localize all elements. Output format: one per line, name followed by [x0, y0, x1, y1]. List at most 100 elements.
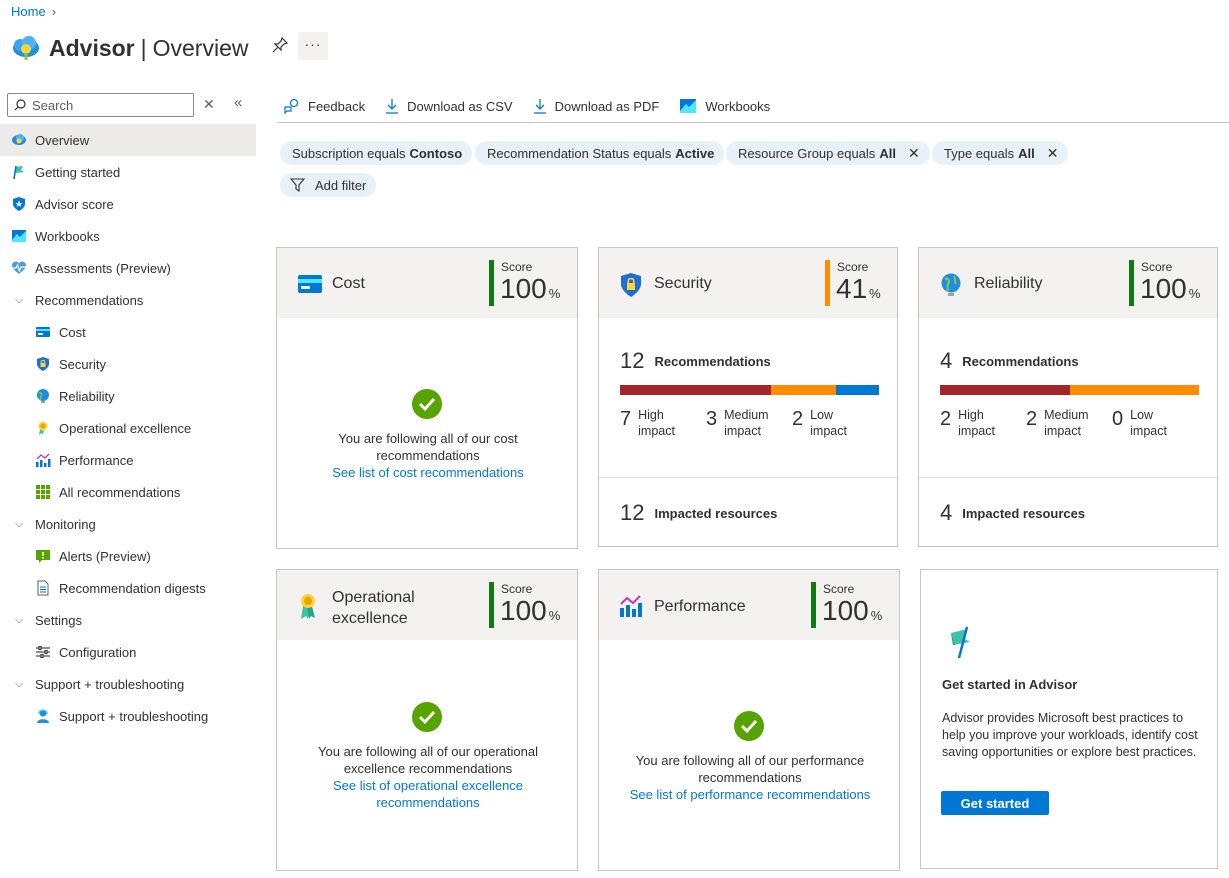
checkmark-icon [412, 702, 442, 732]
sidebar-item-label: Advisor score [35, 196, 114, 212]
sidebar-item-label: Security [59, 356, 106, 372]
feedback-label: Feedback [308, 98, 366, 114]
score-label: Score [837, 260, 869, 274]
sidebar-item-label: Configuration [59, 644, 137, 660]
sidebar-item-getting-started[interactable]: Getting started [0, 156, 256, 188]
sidebar-group-monitoring[interactable]: ⌵ Monitoring [0, 508, 256, 540]
document-icon [35, 580, 51, 596]
chevron-down-icon: ⌵ [14, 613, 24, 626]
sidebar-item-recommendation-digests[interactable]: Recommendation digests [0, 572, 256, 604]
sidebar-group-support[interactable]: ⌵ Support + troubleshooting [0, 668, 256, 700]
recommendation-count[interactable]: 12 Recommendations [620, 348, 771, 374]
low-impact[interactable]: 2 Low impact [792, 406, 878, 439]
add-filter-label: Add filter [315, 177, 367, 193]
sidebar-group-recommendations[interactable]: ⌵ Recommendations [0, 284, 256, 316]
get-started-button[interactable]: Get started [941, 791, 1049, 815]
sidebar-item-workbooks[interactable]: Workbooks [0, 220, 256, 252]
impacted-resources-label: Impacted resources [654, 505, 778, 521]
operational-excellence-recommendations-link[interactable]: See list of operational excellence recom… [317, 777, 539, 811]
sidebar-item-cost[interactable]: Cost [0, 316, 256, 348]
filter-recommendation-status[interactable]: Recommendation Status equals Active [475, 141, 725, 165]
impacted-resources-value: 4 [940, 500, 953, 525]
sidebar-item-label: Recommendation digests [59, 580, 206, 596]
sidebar-item-label: Cost [59, 324, 86, 340]
filter-label: Recommendation Status equals [487, 145, 672, 161]
ribbon-icon [35, 420, 51, 436]
card-header: Security Score 41% [599, 248, 897, 318]
score-value: 100% [1140, 273, 1201, 304]
sidebar-item-support-troubleshooting[interactable]: Support + troubleshooting [0, 700, 256, 732]
filter-value: All [879, 145, 896, 161]
sidebar-item-performance[interactable]: Performance [0, 444, 256, 476]
medium-impact[interactable]: 2 Medium impact [1026, 406, 1112, 439]
clear-search-icon[interactable]: ✕ [203, 96, 215, 113]
pin-icon[interactable] [271, 36, 291, 56]
breadcrumb-home-link[interactable]: Home [11, 4, 46, 19]
performance-recommendations-link[interactable]: See list of performance recommendations [619, 786, 881, 803]
grid-icon [35, 484, 51, 500]
sidebar-item-advisor-score[interactable]: Advisor score [0, 188, 256, 220]
high-impact[interactable]: 7 High impact [620, 406, 706, 439]
sidebar-search-box[interactable] [7, 93, 194, 117]
support-icon [35, 708, 51, 724]
search-input[interactable] [32, 97, 182, 113]
card-title: Reliability [974, 275, 1043, 292]
low-impact[interactable]: 0 Low impact [1112, 406, 1198, 439]
workbooks-label: Workbooks [705, 98, 771, 114]
sidebar-item-assessments[interactable]: Assessments (Preview) [0, 252, 256, 284]
download-icon [385, 98, 399, 114]
filter-subscription[interactable]: Subscription equals Contoso [280, 141, 473, 165]
score-label: Score [823, 582, 855, 596]
workbooks-button[interactable]: Workbooks [679, 98, 770, 114]
filter-type[interactable]: Type equals All ✕ [932, 141, 1069, 165]
ribbon-icon [297, 592, 321, 619]
sidebar-group-settings[interactable]: ⌵ Settings [0, 604, 256, 636]
filter-value: Contoso [409, 145, 463, 161]
filter-value: All [1018, 145, 1035, 161]
feedback-button[interactable]: Feedback [283, 98, 365, 115]
impacted-resources[interactable]: 4 Impacted resources [940, 500, 1085, 526]
command-bar: Feedback Download as CSV Download as PDF… [283, 96, 790, 116]
get-started-card: Get started in Advisor Advisor provides … [920, 569, 1218, 869]
sidebar-item-security[interactable]: Security [0, 348, 256, 380]
high-impact-segment [620, 385, 771, 395]
collapse-sidebar-icon[interactable]: « [234, 94, 242, 111]
score-value: 100% [822, 595, 883, 626]
sidebar-item-configuration[interactable]: Configuration [0, 636, 256, 668]
title-separator: | [140, 34, 147, 61]
sidebar-item-reliability[interactable]: Reliability [0, 380, 256, 412]
high-impact[interactable]: 2 High impact [940, 406, 1026, 439]
heartbeat-icon [11, 260, 27, 276]
download-pdf-button[interactable]: Download as PDF [533, 98, 659, 114]
alert-icon [35, 548, 51, 564]
card-header: Performance Score 100% [599, 570, 899, 640]
operational-excellence-status-message: You are following all of our operational… [318, 744, 538, 776]
card-header: Operational excellence Score 100% [277, 570, 577, 640]
card-divider [919, 477, 1217, 478]
medium-impact-segment [1070, 385, 1199, 395]
score-block: Score 100% [489, 260, 563, 306]
sidebar-item-overview[interactable]: Overview [0, 124, 256, 156]
download-csv-button[interactable]: Download as CSV [385, 98, 513, 114]
sidebar-item-alerts[interactable]: Alerts (Preview) [0, 540, 256, 572]
sidebar-item-all-recommendations[interactable]: All recommendations [0, 476, 256, 508]
filter-resource-group[interactable]: Resource Group equals All ✕ [726, 141, 930, 165]
more-options-button[interactable]: ··· [298, 32, 328, 60]
remove-filter-icon[interactable]: ✕ [1047, 145, 1059, 162]
sidebar-item-operational-excellence[interactable]: Operational excellence [0, 412, 256, 444]
score-indicator [811, 582, 816, 628]
add-filter-button[interactable]: Add filter [280, 173, 377, 197]
operational-excellence-card: Operational excellence Score 100% You are… [276, 569, 578, 871]
cost-recommendations-link[interactable]: See list of cost recommendations [307, 464, 549, 481]
get-started-description: Advisor provides Microsoft best practice… [942, 711, 1198, 759]
cost-status-message: You are following all of our cost recomm… [338, 431, 518, 463]
medium-impact[interactable]: 3 Medium impact [706, 406, 792, 439]
remove-filter-icon[interactable]: ✕ [908, 145, 920, 162]
impacted-resources[interactable]: 12 Impacted resources [620, 500, 777, 526]
sidebar-item-label: Reliability [59, 388, 115, 404]
checkmark-icon [412, 389, 442, 419]
search-icon [14, 99, 26, 111]
card-title: Performance [654, 598, 746, 615]
recommendation-count[interactable]: 4 Recommendations [940, 348, 1079, 374]
globe-icon [35, 388, 51, 404]
